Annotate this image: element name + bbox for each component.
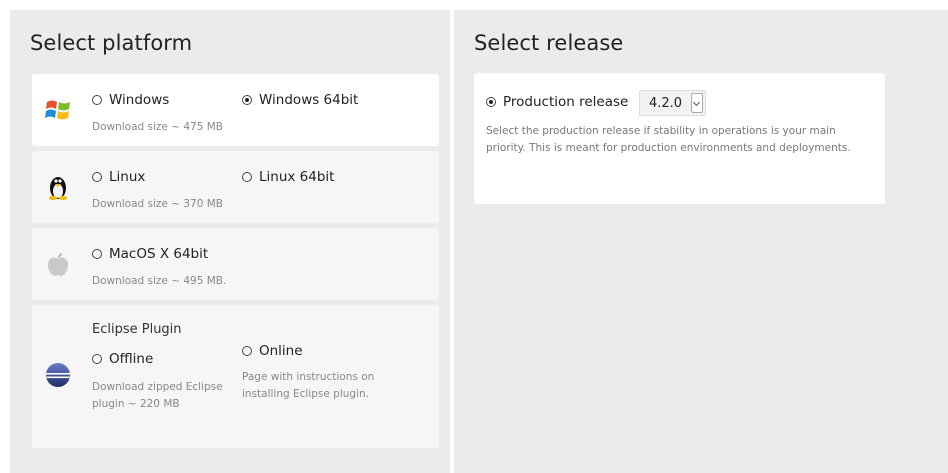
- platform-card-windows[interactable]: Windows Windows 64bit Download size ~ 47…: [32, 74, 439, 146]
- radio-windows[interactable]: [92, 95, 102, 105]
- eclipse-heading: Eclipse Plugin: [92, 322, 182, 337]
- radio-eclipse-offline[interactable]: [92, 354, 102, 364]
- eclipse-online-radio[interactable]: Online: [242, 343, 303, 359]
- eclipse-offline-label: Offline: [109, 351, 154, 367]
- version-value: 4.2.0: [649, 96, 683, 111]
- linux-download-size: Download size ~ 370 MB: [92, 198, 224, 210]
- windows-download-size: Download size ~ 475 MB: [92, 121, 224, 133]
- chevron-down-icon[interactable]: [691, 93, 703, 113]
- macos-download-size: Download size ~ 495 MB.: [92, 275, 227, 287]
- platform-title: Select platform: [30, 31, 193, 55]
- version-select[interactable]: 4.2.0: [639, 90, 706, 116]
- platform-card-eclipse[interactable]: Eclipse Plugin Offline Download zipped E…: [32, 305, 439, 448]
- eclipse-online-label: Online: [259, 343, 303, 359]
- apple-icon: [48, 253, 68, 276]
- windows-64bit-radio[interactable]: Windows 64bit: [242, 92, 358, 108]
- eclipse-offline-radio[interactable]: Offline: [92, 351, 153, 367]
- release-description: Select the production release if stabili…: [486, 125, 851, 154]
- eclipse-offline-description: Download zipped Eclipse plugin ~ 220 MB: [92, 381, 223, 410]
- production-release-radio[interactable]: Production release: [486, 94, 628, 110]
- linux-radio[interactable]: Linux: [92, 169, 145, 185]
- linux-64bit-label: Linux 64bit: [259, 169, 335, 185]
- release-title: Select release: [474, 31, 624, 55]
- radio-macos[interactable]: [92, 249, 102, 259]
- windows-icon: [45, 100, 70, 120]
- linux-label: Linux: [109, 169, 146, 185]
- linux-icon: [49, 177, 67, 201]
- platform-card-macos[interactable]: MacOS X 64bit Download size ~ 495 MB.: [32, 228, 439, 300]
- linux-64bit-radio[interactable]: Linux 64bit: [242, 169, 334, 185]
- radio-windows-64bit[interactable]: [242, 95, 252, 105]
- platform-panel: Select platform Windows Windows 64bit Do…: [10, 10, 450, 473]
- radio-production-release[interactable]: [486, 97, 496, 107]
- production-release-label: Production release: [503, 94, 629, 110]
- eclipse-icon: [46, 363, 70, 387]
- macos-label: MacOS X 64bit: [109, 246, 209, 262]
- windows-64bit-label: Windows 64bit: [259, 92, 359, 108]
- radio-linux-64bit[interactable]: [242, 172, 252, 182]
- release-panel: Select release Production release 4.2.0 …: [454, 10, 948, 473]
- eclipse-online-description: Page with instructions on installing Ecl…: [242, 371, 375, 400]
- macos-radio[interactable]: MacOS X 64bit: [92, 246, 208, 262]
- release-card-production[interactable]: Production release 4.2.0 Select the prod…: [474, 73, 885, 204]
- platform-card-linux[interactable]: Linux Linux 64bit Download size ~ 370 MB: [32, 151, 439, 223]
- windows-radio[interactable]: Windows: [92, 92, 169, 108]
- windows-label: Windows: [109, 92, 170, 108]
- radio-eclipse-online[interactable]: [242, 346, 252, 356]
- radio-linux[interactable]: [92, 172, 102, 182]
